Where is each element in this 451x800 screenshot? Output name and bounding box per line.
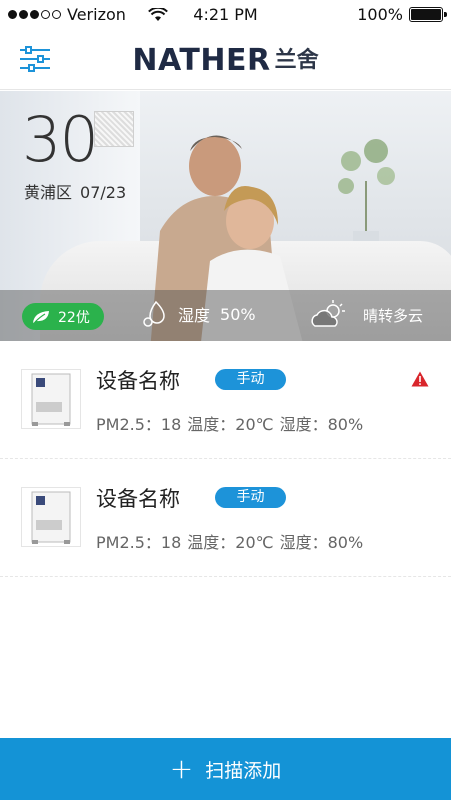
- humidity-reading: 湿度：80%: [279, 533, 364, 552]
- device-card[interactable]: 设备名称 手动 PM2.5：18 温度：20℃ 湿度：80%: [0, 459, 451, 577]
- battery-percent: 100%: [357, 5, 403, 24]
- pm25-value: PM2.5：18: [96, 533, 182, 552]
- district-label: 黄浦区: [24, 183, 73, 202]
- brand-name-en: NATHER: [132, 43, 271, 78]
- humidity-value: 50%: [220, 304, 256, 324]
- mode-badge[interactable]: 手动: [215, 487, 286, 508]
- humidity-info: 湿度 50%: [142, 300, 256, 328]
- device-name: 设备名称: [96, 369, 180, 393]
- device-stats: PM2.5：18 温度：20℃ 湿度：80%: [96, 529, 363, 553]
- device-stats: PM2.5：18 温度：20℃ 湿度：80%: [96, 411, 363, 435]
- pm25-value: PM2.5：18: [96, 415, 182, 434]
- leaf-icon: [33, 310, 49, 323]
- weather-badge-icon: [94, 111, 134, 147]
- date-label: 07/23: [80, 183, 127, 202]
- weather-hero: 30° 黄浦区 07/23 22优 湿度 50% 晴转多云: [0, 91, 451, 341]
- brand-name-cn: 兰舍: [274, 48, 319, 73]
- scan-add-button[interactable]: + 扫描添加: [0, 738, 451, 800]
- device-thumbnail: [21, 487, 81, 547]
- weather-info-bar: 22优 湿度 50% 晴转多云: [0, 290, 451, 341]
- warning-icon[interactable]: [411, 371, 429, 387]
- location-date: 黄浦区 07/23: [24, 179, 126, 203]
- brand-logo: NATHER 兰舍: [0, 42, 451, 78]
- humidity-reading: 湿度：80%: [279, 415, 364, 434]
- device-name: 设备名称: [96, 487, 180, 511]
- status-bar: Verizon 4:21 PM 100%: [0, 0, 451, 30]
- aqi-value: 22优: [58, 309, 90, 326]
- device-thumbnail: [21, 369, 81, 429]
- aqi-badge: 22优: [22, 303, 104, 330]
- humidity-icon: [143, 300, 165, 327]
- mode-badge[interactable]: 手动: [215, 369, 286, 390]
- weather-label: 晴转多云: [362, 306, 423, 325]
- temperature-reading: 温度：20℃: [187, 415, 274, 434]
- temperature-reading: 温度：20℃: [187, 533, 274, 552]
- plus-icon: +: [169, 752, 194, 785]
- partly-cloudy-icon: [311, 300, 345, 327]
- app-header: NATHER 兰舍: [0, 30, 451, 90]
- battery-icon: [409, 7, 447, 22]
- scan-add-label: 扫描添加: [205, 759, 282, 782]
- humidity-label: 湿度: [178, 306, 211, 325]
- weather-info: 晴转多云: [309, 300, 423, 330]
- device-card[interactable]: 设备名称 手动 PM2.5：18 温度：20℃ 湿度：80%: [0, 341, 451, 459]
